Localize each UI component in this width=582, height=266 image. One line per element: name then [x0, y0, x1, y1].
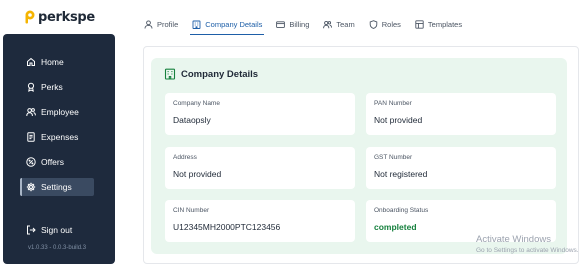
activation-watermark-subtitle: Go to Settings to activate Windows.: [476, 247, 579, 254]
activation-watermark-title: Activate Windows: [476, 234, 551, 245]
user-icon: [144, 19, 153, 29]
logout-icon: [26, 225, 36, 235]
field-value: Not provided: [374, 115, 423, 125]
field-label: CIN Number: [173, 207, 210, 214]
tab-label: Profile: [157, 19, 179, 29]
sidebar-item-label: Employee: [41, 107, 79, 117]
template-icon: [415, 19, 424, 29]
tab-team[interactable]: Team: [323, 14, 355, 34]
sign-out-label: Sign out: [41, 225, 73, 235]
field-card-company-name: Company Name Dataopsly: [165, 93, 355, 135]
tab-label: Billing: [289, 19, 310, 29]
sidebar-item-offers[interactable]: Offers: [20, 153, 94, 171]
field-card-address: Address Not provided: [165, 147, 355, 189]
home-icon: [26, 57, 36, 67]
sidebar-item-settings[interactable]: Settings: [20, 178, 94, 196]
tab-templates[interactable]: Templates: [415, 14, 462, 34]
shield-icon: [369, 19, 378, 29]
building-icon: [192, 20, 201, 29]
sidebar-item-perks[interactable]: Perks: [20, 78, 94, 96]
card-icon: [276, 20, 286, 29]
field-label: Onboarding Status: [374, 207, 429, 214]
sidebar: perkspe Home Perks Employee Expenses Off…: [0, 0, 116, 266]
field-value: Not provided: [173, 169, 222, 179]
users-icon: [26, 107, 36, 117]
field-card-gst-number: GST Number Not registered: [366, 147, 556, 189]
version-label: v1.0.33 - 0.0.3-build.3: [28, 245, 87, 251]
tab-billing[interactable]: Billing: [276, 14, 309, 34]
tab-label: Company Details: [205, 19, 263, 29]
sidebar-item-expenses[interactable]: Expenses: [20, 128, 94, 146]
tab-profile[interactable]: Profile: [144, 14, 178, 34]
field-value: Dataopsly: [173, 115, 211, 125]
brand-logo[interactable]: perkspe: [0, 0, 116, 34]
field-label: GST Number: [374, 154, 413, 161]
tab-label: Templates: [427, 19, 463, 29]
settings-tabs: Profile Company Details Billing Team Rol…: [144, 14, 476, 35]
building-icon: [164, 68, 176, 80]
percent-icon: [26, 157, 36, 167]
perkspe-logo-icon: [24, 10, 36, 24]
tab-roles[interactable]: Roles: [369, 14, 401, 34]
field-card-cin-number: CIN Number U12345MH2000PTC123456: [165, 200, 355, 242]
field-label: Address: [173, 154, 197, 161]
team-icon: [323, 20, 333, 29]
field-card-pan-number: PAN Number Not provided: [366, 93, 556, 135]
status-value: completed: [374, 222, 417, 232]
award-icon: [26, 82, 36, 92]
receipt-icon: [26, 132, 36, 142]
brand-name: perkspe: [38, 9, 95, 25]
tab-label: Team: [336, 19, 355, 29]
sidebar-item-label: Perks: [41, 82, 63, 92]
field-value: Not registered: [374, 169, 428, 179]
sign-out-button[interactable]: Sign out: [20, 221, 94, 239]
tab-label: Roles: [381, 19, 401, 29]
sidebar-item-employee[interactable]: Employee: [20, 103, 94, 121]
sidebar-item-label: Offers: [41, 157, 64, 167]
section-title-text: Company Details: [181, 68, 259, 80]
sidebar-item-label: Home: [41, 57, 64, 67]
field-label: Company Name: [173, 100, 220, 107]
field-label: PAN Number: [374, 100, 412, 107]
section-title: Company Details: [164, 68, 258, 80]
tab-company-details[interactable]: Company Details: [190, 14, 265, 35]
gear-icon: [26, 182, 36, 192]
sidebar-item-label: Settings: [41, 182, 72, 192]
sidebar-item-label: Expenses: [41, 132, 79, 142]
field-value: U12345MH2000PTC123456: [173, 222, 281, 232]
sidebar-item-home[interactable]: Home: [20, 53, 94, 71]
